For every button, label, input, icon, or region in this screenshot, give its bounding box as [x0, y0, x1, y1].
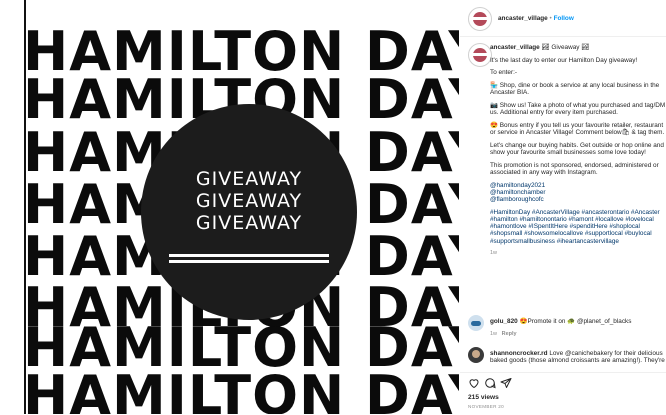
caption-username[interactable]: ancaster_village: [490, 44, 540, 51]
caption-paragraph: To enter:-: [490, 69, 517, 77]
comment-item: shannoncrocker.rd Love @canichebakery fo…: [490, 350, 666, 369]
caption-mentions[interactable]: @hamiltonday2021 @hamiltonchamber @flamb…: [490, 182, 666, 204]
caption-paragraph: Let's change our buying habits. Get outs…: [490, 141, 664, 157]
caption: ancaster_village 🏞 Giveaway 🏞 It's the l…: [490, 44, 666, 263]
bg-hamilton-day-text: HAMILTON DAY: [27, 364, 459, 415]
giveaway-line: GIVEAWAY: [195, 190, 303, 212]
comment-item: golu_820 😍Promote it on 🐢 @planet_of_bla…: [490, 318, 666, 338]
commenter-avatar[interactable]: [468, 315, 484, 331]
caption-paragraph: This promotion is not sponsored, endorse…: [490, 161, 659, 176]
post-header: ancaster_village • Follow: [460, 0, 666, 37]
heart-icon[interactable]: [468, 377, 480, 389]
giveaway-underline: [169, 254, 329, 257]
post-side-panel: ancaster_village • Follow ancaster_villa…: [460, 0, 666, 414]
comment-username[interactable]: golu_820: [490, 318, 518, 325]
caption-time: 1w: [490, 250, 498, 257]
caption-paragraph: 📷 Show us! Take a photo of what you purc…: [490, 102, 666, 117]
caption-paragraph: 🏪 Shop, dine or book a service at any lo…: [490, 82, 660, 97]
share-icon[interactable]: [500, 377, 512, 389]
post-date: NOVEMBER 20: [468, 404, 504, 409]
commenter-avatar[interactable]: [468, 347, 484, 363]
header-username[interactable]: ancaster_village: [498, 15, 548, 22]
follow-button[interactable]: Follow: [554, 15, 574, 22]
giveaway-line: GIVEAWAY: [195, 212, 303, 234]
views-count[interactable]: 215 views: [468, 394, 499, 401]
avatar[interactable]: [468, 7, 492, 31]
post-image[interactable]: HAMILTON DAY HAMILTON DAY HAMILTON DAY H…: [27, 0, 459, 414]
caption-avatar[interactable]: [468, 43, 492, 67]
comment-time: 1w: [490, 331, 498, 337]
comment-text: 😍Promote it on 🐢 @planet_of_blacks: [519, 318, 632, 325]
comment-icon[interactable]: [484, 377, 496, 389]
caption-hashtags[interactable]: #HamiltonDay #AncasterVillage #ancastero…: [490, 209, 666, 245]
post-actions: 215 views NOVEMBER 20: [460, 372, 666, 415]
page-left-border: [24, 0, 26, 414]
header-separator: •: [549, 15, 552, 22]
caption-paragraph: 😍 Bonus entry if you tell us your favour…: [490, 121, 665, 137]
giveaway-underline: [169, 260, 329, 263]
reply-button[interactable]: Reply: [502, 331, 517, 337]
caption-title: 🏞 Giveaway 🏞: [541, 44, 590, 51]
giveaway-line: GIVEAWAY: [195, 168, 303, 190]
giveaway-circle: GIVEAWAY GIVEAWAY GIVEAWAY: [141, 104, 357, 320]
comment-username[interactable]: shannoncrocker.rd: [490, 350, 548, 357]
caption-paragraph: It's the last day to enter our Hamilton …: [490, 56, 638, 64]
